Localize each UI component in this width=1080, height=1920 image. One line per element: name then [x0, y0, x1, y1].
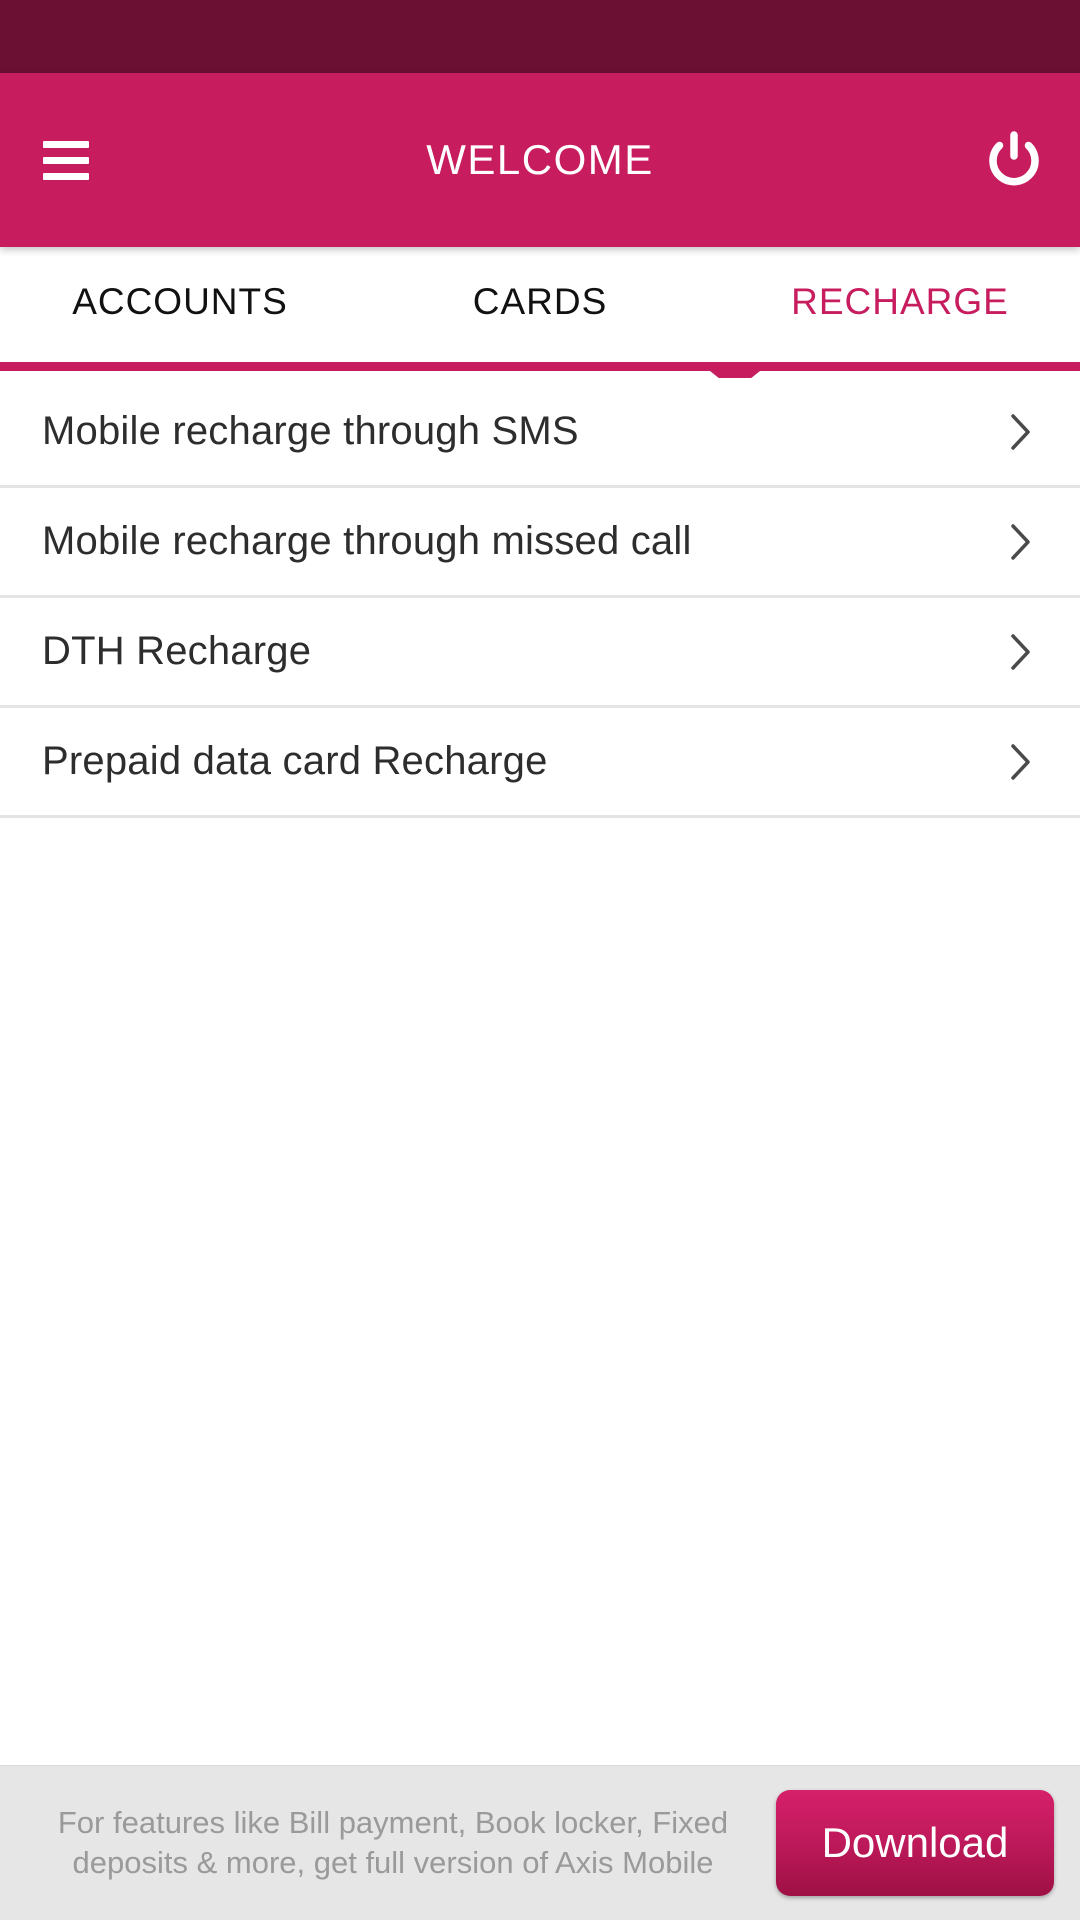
app-header: WELCOME: [0, 73, 1080, 247]
chevron-right-icon: [1008, 412, 1034, 452]
list-item[interactable]: DTH Recharge: [0, 598, 1080, 708]
hamburger-icon-bar: [43, 140, 89, 148]
app-root: WELCOME ACCOUNTS CARDS RECHARGE Mobile r…: [0, 0, 1080, 1920]
tab-bar: ACCOUNTS CARDS RECHARGE: [0, 247, 1080, 362]
chevron-right-icon: [1008, 522, 1034, 562]
chevron-right-icon: [1008, 742, 1034, 782]
chevron-right-icon: [1008, 632, 1034, 672]
list-item-label: Mobile recharge through SMS: [42, 409, 579, 453]
tab-underline: [0, 362, 1080, 371]
hamburger-icon-bar: [43, 172, 89, 180]
hamburger-menu-button[interactable]: [30, 129, 102, 191]
list-item[interactable]: Prepaid data card Recharge: [0, 708, 1080, 818]
status-bar: [0, 0, 1080, 73]
list-item-label: DTH Recharge: [42, 629, 312, 673]
list-item-label: Prepaid data card Recharge: [42, 739, 548, 783]
hamburger-icon-bar: [43, 156, 89, 164]
recharge-menu-list: Mobile recharge through SMS Mobile recha…: [0, 378, 1080, 818]
download-button[interactable]: Download: [776, 1790, 1054, 1896]
list-item[interactable]: Mobile recharge through SMS: [0, 378, 1080, 488]
content-empty-area: [0, 818, 1080, 1765]
tab-indicator: [0, 362, 1080, 391]
tab-accounts[interactable]: ACCOUNTS: [0, 281, 360, 329]
list-item-label: Mobile recharge through missed call: [42, 519, 692, 563]
list-item[interactable]: Mobile recharge through missed call: [0, 488, 1080, 598]
power-icon: [989, 131, 1039, 186]
page-title: WELCOME: [426, 136, 654, 183]
power-logout-button[interactable]: [976, 122, 1052, 198]
tab-cards[interactable]: CARDS: [360, 281, 720, 329]
tab-recharge[interactable]: RECHARGE: [720, 281, 1080, 329]
promo-banner: For features like Bill payment, Book loc…: [0, 1765, 1080, 1920]
promo-message: For features like Bill payment, Book loc…: [57, 1805, 729, 1880]
